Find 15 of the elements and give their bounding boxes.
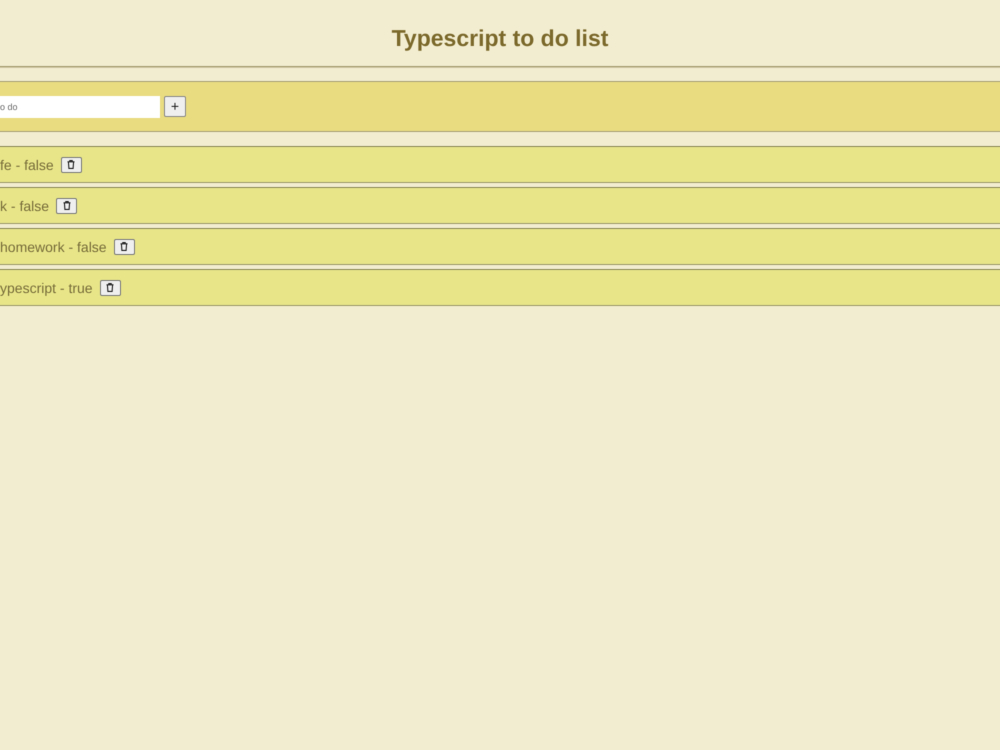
delete-button[interactable]	[100, 280, 121, 296]
trash-icon	[106, 283, 114, 292]
trash-icon	[67, 160, 76, 169]
page-title: Typescript to do list	[392, 24, 608, 52]
delete-button[interactable]	[114, 238, 135, 254]
add-button[interactable]: +	[164, 96, 186, 117]
trash-icon	[120, 242, 128, 251]
todo-text: homework - false	[0, 238, 107, 254]
trash-icon	[62, 201, 71, 210]
todo-input[interactable]: o do	[0, 96, 160, 118]
todo-text: fe - false	[0, 156, 54, 172]
delete-button[interactable]	[56, 198, 78, 214]
todo-text: ypescript - true	[0, 280, 93, 296]
todo-text: k - false	[0, 198, 50, 214]
delete-button[interactable]	[60, 156, 82, 172]
